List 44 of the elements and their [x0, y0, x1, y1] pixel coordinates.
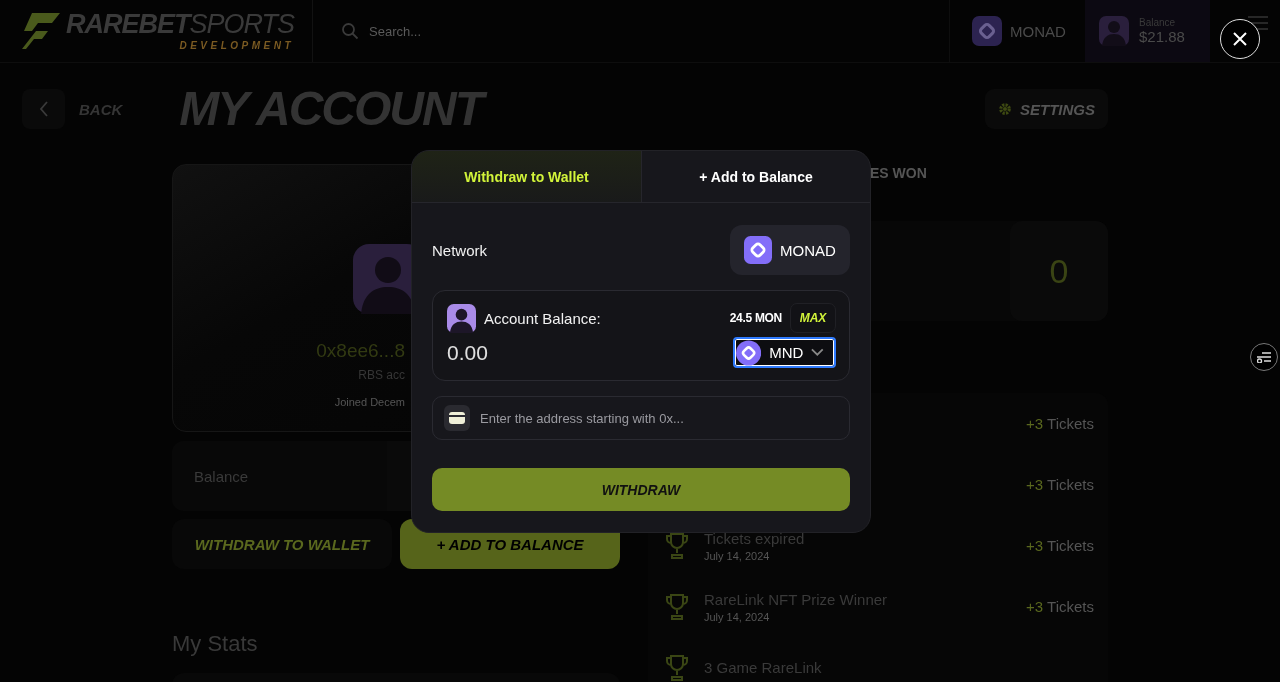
- tab[interactable]: Withdraw to Wallet: [412, 151, 641, 202]
- close-icon: [1232, 31, 1248, 47]
- token-selector[interactable]: MND: [733, 337, 836, 368]
- trophy-icon: [666, 532, 688, 559]
- ticket-reward: +3 Tickets: [1026, 537, 1094, 554]
- filter-button[interactable]: [1250, 343, 1278, 371]
- chevron-left-icon: [38, 101, 49, 117]
- available-balance: 24.5 MON: [729, 311, 782, 325]
- filter-icon: [1257, 351, 1271, 363]
- tab[interactable]: + Add to Balance: [641, 151, 870, 202]
- activity-date: July 14, 2024: [704, 549, 771, 562]
- ticket-reward: +3 Tickets: [1026, 415, 1094, 432]
- max-button[interactable]: MAX: [790, 303, 836, 333]
- field-label: Account Balance:: [484, 309, 601, 327]
- activity-date: July 14, 2024: [704, 610, 771, 623]
- balance-amount: $21.88: [1139, 28, 1185, 45]
- withdraw-button[interactable]: WITHDRAW: [432, 468, 850, 511]
- logo-mark-icon: [22, 13, 62, 49]
- avatar-silhouette-icon: [1099, 16, 1129, 46]
- ticket-reward: +3 Tickets: [1026, 476, 1094, 493]
- logo-tagline: DEVELOPMENT: [179, 40, 295, 51]
- network-logo-icon: [744, 236, 773, 264]
- network-logo-icon: [972, 16, 1002, 46]
- wallet-icon: [444, 405, 470, 431]
- ticket-reward: +3 Tickets: [1026, 598, 1094, 615]
- withdraw-button[interactable]: WITHDRAW TO WALLET: [172, 519, 392, 569]
- trophy-icon: [666, 654, 688, 681]
- gear-icon: [998, 102, 1012, 116]
- search-field[interactable]: Search...: [367, 22, 571, 40]
- chevron-down-icon: [811, 348, 824, 357]
- network-name: MONAD: [1010, 22, 1066, 40]
- amount-field[interactable]: 0.00: [447, 340, 725, 365]
- avatar-silhouette-icon: [447, 303, 476, 333]
- network-selector[interactable]: MONAD: [730, 225, 850, 275]
- settings-button[interactable]: SETTINGS: [985, 89, 1108, 129]
- search-icon: [341, 22, 359, 40]
- tab[interactable]: ES WON: [870, 165, 927, 181]
- field-label: Network: [432, 241, 487, 259]
- address-field[interactable]: Enter the address starting with 0x...: [432, 396, 850, 440]
- stat-value: 0: [1049, 251, 1069, 291]
- joined-date: Joined Decem: [334, 396, 405, 408]
- token-logo-icon: [736, 338, 762, 367]
- close-button[interactable]: [1220, 19, 1260, 59]
- trophy-icon: [666, 593, 688, 620]
